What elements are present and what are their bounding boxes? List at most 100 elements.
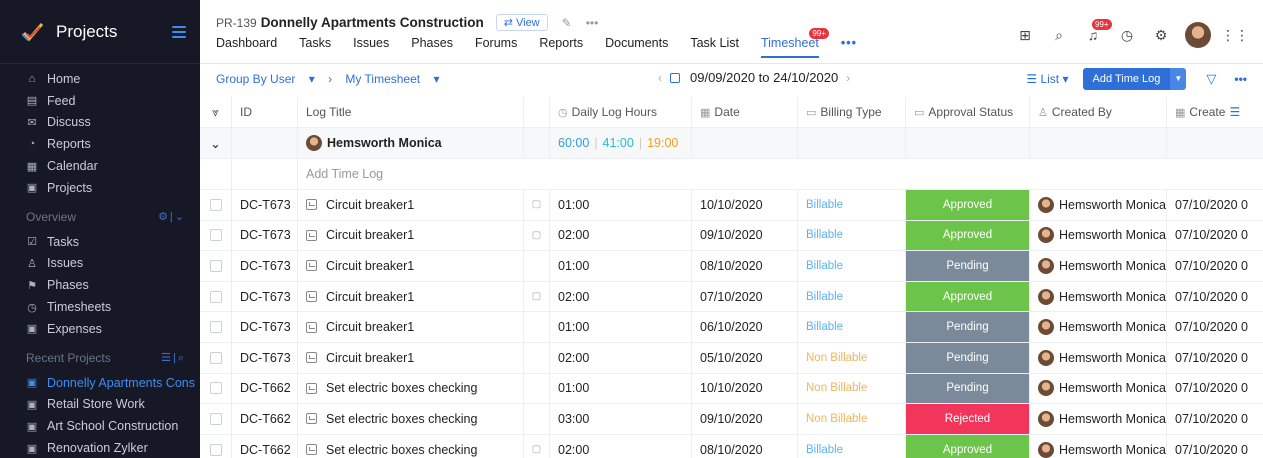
- created-by-cell[interactable]: Hemsworth Monica: [1030, 220, 1167, 251]
- sidebar-item[interactable]: ▣ Expenses: [0, 318, 200, 340]
- table-row[interactable]: DC-T673 Circuit breaker1 ▢ 01:00 10/10/2020 B…: [200, 190, 1263, 221]
- sidebar-item[interactable]: ✉ Discuss: [0, 112, 200, 134]
- row-checkbox[interactable]: [209, 259, 222, 272]
- sidebar-item[interactable]: ⚑ Phases: [0, 274, 200, 296]
- apps-grid-icon[interactable]: ⋮⋮: [1221, 27, 1249, 44]
- log-hours[interactable]: 01:00: [550, 251, 692, 281]
- billing-type-cell[interactable]: Non Billable: [798, 343, 906, 373]
- overview-settings-icon[interactable]: ⚙|⌄: [158, 210, 186, 223]
- group-user[interactable]: Hemsworth Monica: [306, 135, 442, 151]
- approval-status-cell[interactable]: Rejected: [906, 404, 1030, 434]
- table-row[interactable]: DC-T662 Set electric boxes checking ▢ 02:00…: [200, 434, 1263, 458]
- log-date[interactable]: 06/10/2020: [692, 312, 798, 342]
- row-checkbox[interactable]: [209, 290, 222, 303]
- created-by-cell[interactable]: Hemsworth Monica: [1030, 281, 1167, 312]
- add-time-log-inline[interactable]: Add Time Log: [298, 159, 524, 189]
- log-title-cell[interactable]: Set electric boxes checking: [298, 373, 524, 404]
- sidebar-item[interactable]: ◔ Reports: [0, 133, 200, 155]
- pin-icon[interactable]: ✎: [562, 16, 572, 30]
- row-checkbox[interactable]: [209, 351, 222, 364]
- row-checkbox[interactable]: [209, 229, 222, 242]
- sidebar-item[interactable]: ♙ Issues: [0, 253, 200, 275]
- tab-tasks[interactable]: Tasks: [299, 36, 331, 58]
- billing-type-cell[interactable]: Billable: [798, 190, 906, 220]
- created-by-cell[interactable]: Hemsworth Monica: [1030, 190, 1167, 220]
- search-icon[interactable]: ⌕: [1047, 27, 1071, 44]
- table-row[interactable]: DC-T673 Circuit breaker1 ▢ 02:00 09/10/2020 B…: [200, 220, 1263, 252]
- table-row[interactable]: DC-T673 Circuit breaker1 ▢ 02:00 07/10/2020 B…: [200, 281, 1263, 313]
- add-icon[interactable]: ⊞: [1013, 27, 1037, 44]
- notes-icon[interactable]: ▢: [532, 199, 541, 210]
- notification-icon[interactable]: ♫ 99+: [1081, 19, 1112, 43]
- created-by-cell[interactable]: Hemsworth Monica: [1030, 312, 1167, 342]
- task-id[interactable]: DC-T673: [232, 281, 298, 312]
- task-id[interactable]: DC-T662: [232, 434, 298, 458]
- log-hours[interactable]: 01:00: [550, 312, 692, 342]
- row-checkbox[interactable]: [209, 321, 222, 334]
- log-date[interactable]: 09/10/2020: [692, 404, 798, 434]
- log-title-cell[interactable]: Circuit breaker1: [298, 281, 524, 312]
- add-time-log-button[interactable]: Add Time Log: [1082, 68, 1171, 90]
- log-title-cell[interactable]: Set electric boxes checking: [298, 404, 524, 434]
- table-row[interactable]: DC-T673 Circuit breaker1 01:00 08/10/2020 Bi…: [200, 251, 1263, 282]
- sidebar-item[interactable]: ▣ Art School Construction: [0, 415, 200, 437]
- log-date[interactable]: 05/10/2020: [692, 343, 798, 373]
- collapse-all-icon[interactable]: ⩔: [200, 97, 232, 127]
- sidebar-item[interactable]: ▣ Renovation Zylker: [0, 437, 200, 458]
- col-created[interactable]: ▦ Create ☰: [1167, 97, 1263, 127]
- billing-type-cell[interactable]: Billable: [798, 251, 906, 281]
- tab-timesheet[interactable]: Timesheet 99+: [760, 28, 829, 58]
- view-button[interactable]: ⇄ View: [495, 14, 548, 31]
- more-options-icon[interactable]: •••: [586, 16, 599, 30]
- log-hours[interactable]: 02:00: [550, 281, 692, 312]
- approval-status-cell[interactable]: Pending: [906, 312, 1030, 342]
- sidebar-item[interactable]: ▤ Feed: [0, 90, 200, 112]
- created-by-cell[interactable]: Hemsworth Monica: [1030, 343, 1167, 373]
- tab-phases[interactable]: Phases: [411, 36, 453, 58]
- col-log-title[interactable]: Log Title: [298, 97, 524, 127]
- task-id[interactable]: DC-T673: [232, 312, 298, 342]
- approval-status-cell[interactable]: Approved: [906, 434, 1030, 458]
- group-collapse-icon[interactable]: ⌄: [200, 128, 232, 158]
- tab-reports[interactable]: Reports: [539, 36, 583, 58]
- col-created-by[interactable]: ♙ Created By: [1030, 97, 1167, 127]
- log-date[interactable]: 10/10/2020: [692, 190, 798, 220]
- log-date[interactable]: 09/10/2020: [692, 220, 798, 251]
- row-checkbox[interactable]: [209, 198, 222, 211]
- tab-dashboard[interactable]: Dashboard: [216, 36, 277, 58]
- log-title-cell[interactable]: Circuit breaker1: [298, 312, 524, 342]
- log-date[interactable]: 08/10/2020: [692, 251, 798, 281]
- add-time-log-dropdown-icon[interactable]: ▼: [1170, 68, 1187, 90]
- created-by-cell[interactable]: Hemsworth Monica: [1030, 404, 1167, 434]
- log-date[interactable]: 10/10/2020: [692, 373, 798, 404]
- log-title-cell[interactable]: Circuit breaker1: [298, 251, 524, 281]
- billing-type-cell[interactable]: Non Billable: [798, 404, 906, 434]
- timer-icon[interactable]: ◷: [1115, 27, 1139, 44]
- sidebar-item[interactable]: ☑ Tasks: [0, 231, 200, 253]
- col-billing-type[interactable]: ▭ Billing Type: [798, 97, 906, 127]
- settings-gear-icon[interactable]: ⚙: [1149, 27, 1173, 44]
- col-daily-log-hours[interactable]: ◷ Daily Log Hours: [550, 97, 692, 127]
- billing-type-cell[interactable]: Billable: [798, 220, 906, 251]
- column-settings-icon[interactable]: ☰: [1229, 105, 1240, 119]
- task-id[interactable]: DC-T662: [232, 373, 298, 404]
- task-id[interactable]: DC-T673: [232, 190, 298, 220]
- row-checkbox[interactable]: [209, 443, 222, 456]
- approval-status-cell[interactable]: Pending: [906, 343, 1030, 373]
- notes-icon[interactable]: ▢: [532, 230, 541, 241]
- col-approval-status[interactable]: ▭ Approval Status: [906, 97, 1030, 127]
- tab-forums[interactable]: Forums: [475, 36, 517, 58]
- previous-range-icon[interactable]: ‹: [658, 71, 662, 85]
- sidebar-item[interactable]: ◷ Timesheets: [0, 296, 200, 318]
- project-name[interactable]: Donnelly Apartments Construction: [261, 15, 484, 30]
- billing-type-cell[interactable]: Non Billable: [798, 373, 906, 404]
- list-view-dropdown[interactable]: ☰ List ▾: [1026, 72, 1068, 86]
- approval-status-cell[interactable]: Approved: [906, 281, 1030, 312]
- table-row[interactable]: DC-T673 Circuit breaker1 02:00 05/10/2020 No…: [200, 343, 1263, 374]
- billing-type-cell[interactable]: Billable: [798, 312, 906, 342]
- task-id[interactable]: DC-T673: [232, 220, 298, 251]
- sidebar-item[interactable]: ▣ Retail Store Work: [0, 394, 200, 416]
- approval-status-cell[interactable]: Pending: [906, 373, 1030, 404]
- log-title-cell[interactable]: Set electric boxes checking: [298, 434, 524, 458]
- created-by-cell[interactable]: Hemsworth Monica: [1030, 251, 1167, 281]
